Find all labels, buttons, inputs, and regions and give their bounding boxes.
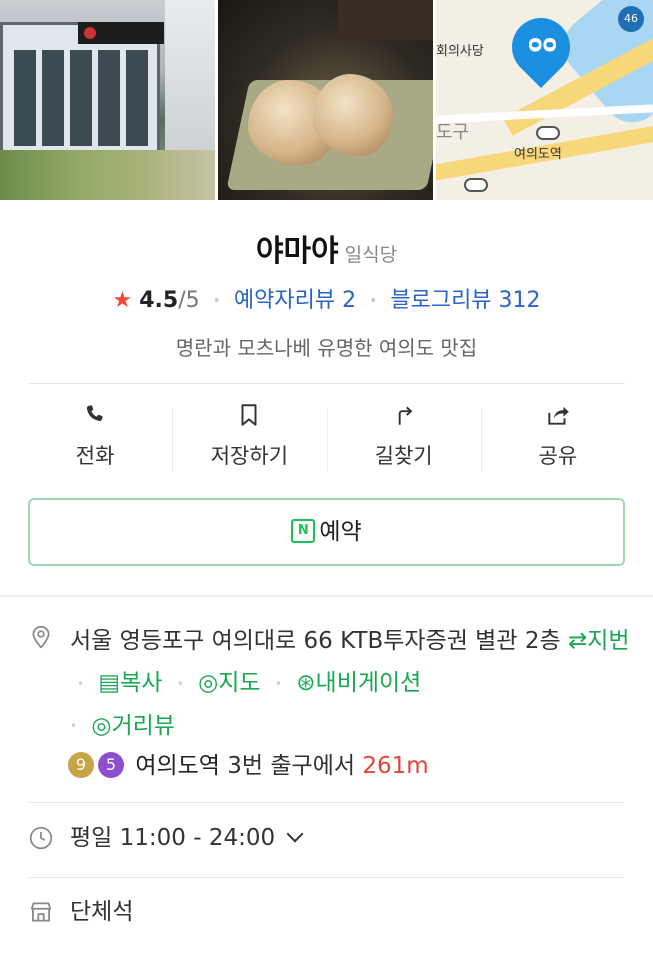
seating-info: 단체석 xyxy=(70,899,134,925)
call-label: 전화 xyxy=(75,444,115,468)
street-view-link[interactable]: ◎거리뷰 xyxy=(91,713,175,739)
divider xyxy=(28,383,625,384)
place-title: 야마야 xyxy=(255,234,339,269)
share-label: 공유 xyxy=(538,444,578,468)
directions-icon xyxy=(327,398,481,430)
reserve-label: 예약 xyxy=(319,519,362,545)
location-pin-icon xyxy=(32,625,50,649)
exit-text: 3번 출구에서 xyxy=(227,753,356,779)
chevron-down-icon xyxy=(286,825,304,843)
reservation-review-link[interactable]: 예약자리뷰 2 xyxy=(234,288,356,313)
subway-info: 95 여의도역 3번 출구에서 261m xyxy=(68,748,429,784)
map-label-district: 도구 xyxy=(436,122,470,143)
restaurant-exterior-photo[interactable] xyxy=(0,0,215,200)
business-hours-text: 평일 11:00 - 24:00 xyxy=(70,825,276,851)
divider xyxy=(28,877,625,878)
address-block: 서울 영등포구 여의대로 66 KTB투자증권 별관 2층 ⇄지번 • ▤복사 … xyxy=(70,628,630,739)
car-icon: ⊛ xyxy=(296,670,316,696)
clock-icon xyxy=(29,826,53,850)
subway-line-9-badge: 9 xyxy=(68,751,94,778)
fork-knife-icon: ᴑᴑ xyxy=(528,32,558,57)
rating-max: /5 xyxy=(178,288,200,313)
store-icon xyxy=(30,902,52,922)
photo-strip: 회의사당 도구 여의도역 46 ᴑᴑ xyxy=(0,0,653,200)
address-text: 서울 영등포구 여의대로 66 KTB투자증권 별관 2층 xyxy=(70,628,561,654)
copy-address-link[interactable]: ▤복사 xyxy=(98,670,162,696)
save-label: 저장하기 xyxy=(210,444,289,468)
place-category: 일식당 xyxy=(344,244,398,266)
place-description: 명란과 모츠나베 유명한 여의도 맛집 xyxy=(175,336,478,360)
subway-line-5-badge: 5 xyxy=(98,751,124,778)
map-link[interactable]: ◎지도 xyxy=(198,670,260,696)
share-icon xyxy=(481,398,635,430)
walking-distance: 261m xyxy=(362,753,429,779)
rating-value: 4.5 xyxy=(139,288,179,313)
bookmark-icon xyxy=(172,398,326,430)
action-bar: 전화 저장하기 길찾기 공유 xyxy=(18,398,635,478)
street-view-icon: ◎ xyxy=(91,712,112,739)
subway-station-icon xyxy=(536,126,560,140)
share-button[interactable]: 공유 xyxy=(480,398,635,478)
place-header: 야마야 일식당 xyxy=(0,226,653,270)
phone-icon xyxy=(18,398,172,430)
call-button[interactable]: 전화 xyxy=(18,398,172,478)
map-label-station: 여의도역 xyxy=(514,147,562,162)
map-pin-small-icon: ◎ xyxy=(198,670,219,696)
directions-label: 길찾기 xyxy=(374,444,433,468)
copy-icon: ▤ xyxy=(98,670,121,696)
naver-booking-icon: N xyxy=(291,518,316,543)
star-icon: ★ xyxy=(112,288,133,313)
directions-button[interactable]: 길찾기 xyxy=(326,398,481,478)
business-hours-toggle[interactable]: 평일 11:00 - 24:00 xyxy=(70,820,304,856)
route-marker-icon: 46 xyxy=(618,6,644,32)
jibun-toggle-link[interactable]: ⇄지번 xyxy=(568,628,630,654)
section-divider xyxy=(0,595,653,597)
divider xyxy=(28,802,625,803)
save-button[interactable]: 저장하기 xyxy=(172,398,326,478)
food-photo[interactable] xyxy=(218,0,433,200)
subway-station-icon xyxy=(464,178,488,192)
map-label-assembly: 회의사당 xyxy=(436,44,484,59)
blog-review-link[interactable]: 블로그리뷰 312 xyxy=(390,288,540,313)
navigation-link[interactable]: ⊛내비게이션 xyxy=(296,670,421,696)
map-thumbnail[interactable]: 회의사당 도구 여의도역 46 ᴑᴑ xyxy=(436,0,653,200)
reserve-button[interactable]: N 예약 xyxy=(28,498,625,566)
station-name: 여의도역 xyxy=(135,753,220,779)
rating-row: ★ 4.5/5 • 예약자리뷰 2 • 블로그리뷰 312 xyxy=(112,288,541,313)
